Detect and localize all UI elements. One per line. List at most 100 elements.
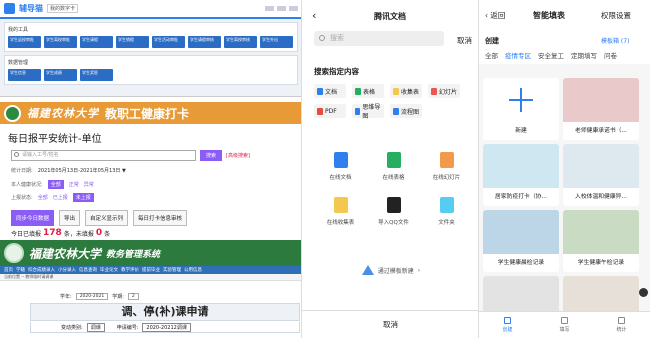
category-tab[interactable]: 安全复工 bbox=[538, 50, 564, 60]
template-box-link[interactable]: 模板箱 (7) bbox=[601, 36, 629, 45]
nav-item[interactable]: 填写 bbox=[559, 317, 570, 333]
category-tab[interactable]: 定期填写 bbox=[571, 50, 597, 60]
card-caption: 学生健康晨检记录 bbox=[497, 260, 545, 266]
nav-item[interactable]: 毕业论文 bbox=[100, 267, 118, 273]
edit-icon bbox=[560, 317, 568, 324]
permission-settings-button[interactable]: 权限设置 bbox=[601, 10, 631, 21]
file-type-icon bbox=[393, 87, 399, 95]
mini-tiles: 学生返校审批 学生离校审批 学生请假 学生销假 学生活动审批 学生请假审核 学生离校审核 学生… bbox=[8, 36, 294, 48]
app-label: 在线幻灯片 bbox=[432, 175, 461, 181]
report-opt-unreported[interactable]: 未上报 bbox=[72, 193, 94, 202]
template-thumbnail bbox=[483, 210, 559, 254]
file-type-icon bbox=[355, 87, 361, 95]
apply-no-field[interactable]: 2020-20212调课 bbox=[142, 322, 191, 332]
mini-header: 辅导猫 我的数字卡 bbox=[0, 0, 301, 17]
template-card[interactable]: 居家防疫打卡（协... bbox=[483, 144, 559, 206]
report-opt-reported[interactable]: 已上报 bbox=[53, 194, 68, 201]
create-app-item[interactable]: 导入QQ文件 bbox=[367, 197, 420, 226]
nav-item[interactable]: 综合成绩录入 bbox=[28, 267, 55, 273]
back-button[interactable]: ‹ 返回 bbox=[485, 10, 505, 21]
file-type-label: PDF bbox=[325, 107, 337, 115]
nav-item[interactable]: 公用信息 bbox=[184, 267, 202, 273]
file-type-chip[interactable]: 收集表 bbox=[390, 84, 422, 98]
mini-tile[interactable]: 学生信息 bbox=[8, 69, 41, 81]
export-button[interactable]: 导出 bbox=[59, 210, 81, 226]
create-app-item[interactable]: 在线收集表 bbox=[314, 197, 367, 226]
mini-dashboard: 辅导猫 我的数字卡 我的工具 学生返校审批 学生离校审批 学生请假 学生销假 学生活动审… bbox=[0, 0, 301, 97]
nav-item[interactable]: 信息查询 bbox=[79, 267, 97, 273]
status-opt-all[interactable]: 全部 bbox=[47, 180, 64, 189]
create-app-item[interactable]: 文件夹 bbox=[420, 197, 473, 226]
nav-item[interactable]: 教学评价 bbox=[121, 267, 139, 273]
file-type-chip[interactable]: 表格 bbox=[352, 84, 384, 98]
app-label: 导入QQ文件 bbox=[378, 220, 409, 226]
file-type-label: 文档 bbox=[325, 88, 338, 96]
category-tab[interactable]: 问卷 bbox=[604, 50, 617, 60]
status-opt-normal[interactable]: 正常 bbox=[69, 181, 79, 188]
status-opt-abnormal[interactable]: 异常 bbox=[84, 181, 94, 188]
term-select[interactable]: 2 bbox=[127, 293, 139, 300]
mini-tile[interactable]: 学生请假审核 bbox=[188, 36, 221, 48]
template-card[interactable]: 入校体温和健康异... bbox=[563, 144, 639, 206]
audit-button[interactable]: 每日打卡信息审核 bbox=[133, 210, 188, 226]
file-type-chip[interactable]: 文档 bbox=[314, 84, 346, 98]
nav-item[interactable]: 学籍 bbox=[16, 267, 25, 273]
custom-columns-button[interactable]: 自定义显示列 bbox=[85, 210, 129, 226]
category-tab[interactable]: 疫情专区 bbox=[505, 50, 531, 60]
date-picker[interactable]: 2021年05月13日-2021年05月13日 ▼ bbox=[38, 167, 126, 174]
template-card[interactable]: 老师健康承诺书（... bbox=[563, 78, 639, 140]
app-icon bbox=[439, 152, 454, 168]
file-type-icon bbox=[393, 107, 399, 115]
mini-tile[interactable]: 学生外出 bbox=[260, 36, 293, 48]
file-type-label: 表格 bbox=[363, 88, 376, 96]
template-icon bbox=[361, 265, 374, 275]
academic-header: 福建农林大学 教务管理系统 bbox=[0, 240, 301, 266]
card-caption: 新建 bbox=[515, 128, 527, 134]
nav-item[interactable]: 创建 bbox=[502, 317, 513, 333]
nav-item[interactable]: 小分录入 bbox=[58, 267, 76, 273]
category-tab[interactable]: 全部 bbox=[485, 50, 498, 60]
template-card[interactable]: 学生健康午检记录 bbox=[563, 210, 639, 272]
cancel-button[interactable]: 取消 bbox=[457, 35, 472, 46]
file-type-chip[interactable]: 流程图 bbox=[390, 104, 422, 118]
stat-search-input[interactable]: 请输入工号/姓名 bbox=[11, 150, 196, 161]
mini-tile[interactable]: 学生请假 bbox=[80, 36, 113, 48]
mini-tiles: 学生信息 学生成绩 学生奖惩 bbox=[8, 69, 294, 81]
mini-tile[interactable]: 学生销假 bbox=[116, 36, 149, 48]
create-app-item[interactable]: 在线幻灯片 bbox=[420, 152, 473, 181]
template-create-button[interactable]: 通过模板新建 › bbox=[318, 260, 464, 280]
mini-tile[interactable]: 学生活动审批 bbox=[152, 36, 185, 48]
year-select[interactable]: 2020-2021 bbox=[75, 293, 109, 300]
app-icon bbox=[386, 152, 401, 168]
create-app-item[interactable]: 在线文档 bbox=[314, 152, 367, 181]
type-select[interactable]: 调课 bbox=[86, 322, 105, 332]
screenshot-panel-tencent-docs: ‹ 腾讯文档 搜索 取消 搜索指定内容 文档 表格 收集表 幻灯片 PDF 思维导图 流程图… bbox=[302, 0, 479, 338]
sync-today-button[interactable]: 同步今日数据 bbox=[11, 210, 55, 226]
mini-subtitle[interactable]: 我的数字卡 bbox=[47, 4, 79, 13]
template-card[interactable]: 学生健康晨检记录 bbox=[483, 210, 559, 272]
mini-tile[interactable]: 学生离校审批 bbox=[44, 36, 77, 48]
school-seal-icon bbox=[4, 243, 24, 263]
help-icon[interactable] bbox=[639, 288, 648, 297]
nav-item[interactable]: 首页 bbox=[4, 267, 13, 273]
mini-tile[interactable]: 学生奖惩 bbox=[80, 69, 113, 81]
create-app-item[interactable]: 在线表格 bbox=[367, 152, 420, 181]
search-button[interactable]: 搜索 bbox=[200, 150, 223, 161]
nav-item[interactable]: 统计 bbox=[616, 317, 627, 333]
file-type-chip[interactable]: 思维导图 bbox=[352, 104, 384, 120]
new-form-card[interactable]: 新建 bbox=[483, 78, 559, 140]
mini-tile[interactable]: 学生返校审批 bbox=[8, 36, 41, 48]
nav-item[interactable]: 提前毕业 bbox=[142, 267, 160, 273]
nav-label: 填写 bbox=[559, 327, 570, 333]
file-type-chip[interactable]: PDF bbox=[314, 104, 346, 118]
mini-tile[interactable]: 学生成绩 bbox=[44, 69, 77, 81]
nav-item[interactable]: 实验管理 bbox=[163, 267, 181, 273]
advanced-search-link[interactable]: [高级搜索] bbox=[226, 152, 250, 159]
bottom-cancel-button[interactable]: 取消 bbox=[302, 310, 478, 338]
school-seal-icon bbox=[4, 104, 21, 122]
file-type-chip[interactable]: 幻灯片 bbox=[428, 84, 460, 98]
report-opt-all[interactable]: 全部 bbox=[38, 194, 48, 201]
search-input[interactable]: 搜索 bbox=[314, 31, 444, 46]
fill-summary: 今日已填报 178 条，未填报 0 条 bbox=[11, 228, 111, 238]
mini-tile[interactable]: 学生离校审核 bbox=[224, 36, 257, 48]
